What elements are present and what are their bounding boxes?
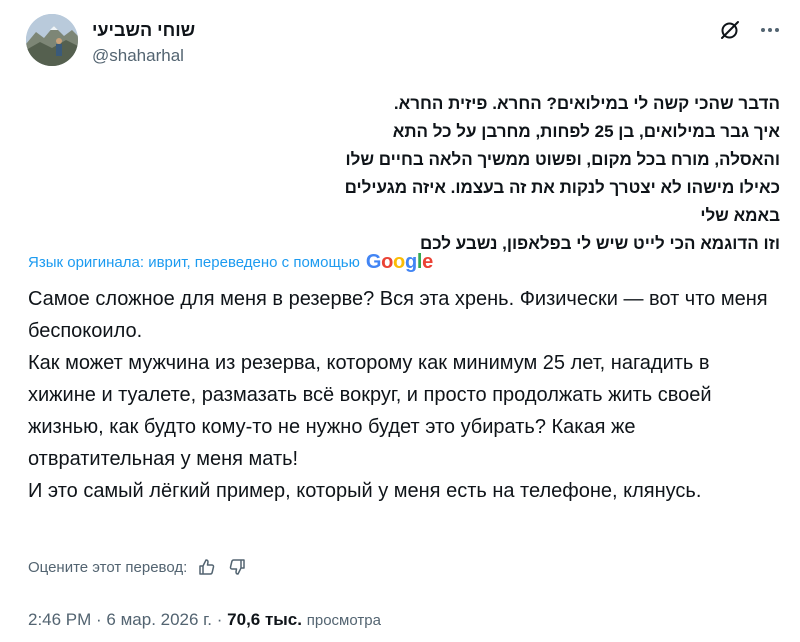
thumbs-up-graphic — [199, 559, 215, 575]
post-translated-text: Самое сложное для меня в резерве? Вся эт… — [28, 283, 768, 507]
author-display-name[interactable]: שוחי השביעי — [92, 18, 195, 42]
grok-icon-graphic — [721, 21, 739, 39]
avatar-image — [26, 14, 78, 66]
thumbs-up-icon[interactable] — [197, 557, 217, 577]
meta-separator: · — [91, 610, 107, 629]
translated-line: Самое сложное для меня в резерве? Вся эт… — [28, 288, 768, 342]
thumbs-down-icon[interactable] — [227, 557, 247, 577]
more-icon-graphic — [761, 28, 779, 32]
translation-notice-text: Язык оригинала: иврит, переведено с помо… — [28, 253, 360, 271]
views-count[interactable]: 70,6 тыс. — [227, 610, 302, 629]
meta-separator: · — [212, 610, 228, 629]
author-info[interactable]: שוחי השביעי @shaharhal — [92, 18, 195, 68]
post-date[interactable]: 6 мар. 2026 г. — [106, 610, 212, 629]
translation-notice-link[interactable]: Язык оригинала: иврит, переведено с помо… — [28, 252, 433, 272]
author-handle[interactable]: @shaharhal — [92, 44, 195, 68]
original-line: איך גבר במילואים, בן 25 לפחות, מחרבן על … — [344, 122, 780, 225]
rate-translation-label: Оцените этот перевод: — [28, 558, 188, 576]
post-meta: 2:46 PM · 6 мар. 2026 г. · 70,6 тыс. про… — [28, 609, 381, 632]
translated-line: И это самый лёгкий пример, который у мен… — [28, 480, 702, 502]
rate-translation: Оцените этот перевод: — [28, 557, 247, 577]
thumbs-down-graphic — [229, 559, 246, 575]
post-original-text: הדבר שהכי קשה לי במילואים? החרא. פיזית ה… — [330, 90, 780, 258]
more-icon[interactable] — [758, 18, 782, 42]
avatar[interactable] — [26, 14, 78, 66]
grok-icon[interactable] — [718, 18, 742, 42]
post-time[interactable]: 2:46 PM — [28, 610, 91, 629]
google-logo: Google — [365, 251, 433, 273]
original-line: הדבר שהכי קשה לי במילואים? החרא. פיזית ה… — [393, 94, 780, 113]
views-label: просмотра — [306, 612, 381, 629]
translated-line: Как может мужчина из резерва, которому к… — [28, 352, 712, 470]
